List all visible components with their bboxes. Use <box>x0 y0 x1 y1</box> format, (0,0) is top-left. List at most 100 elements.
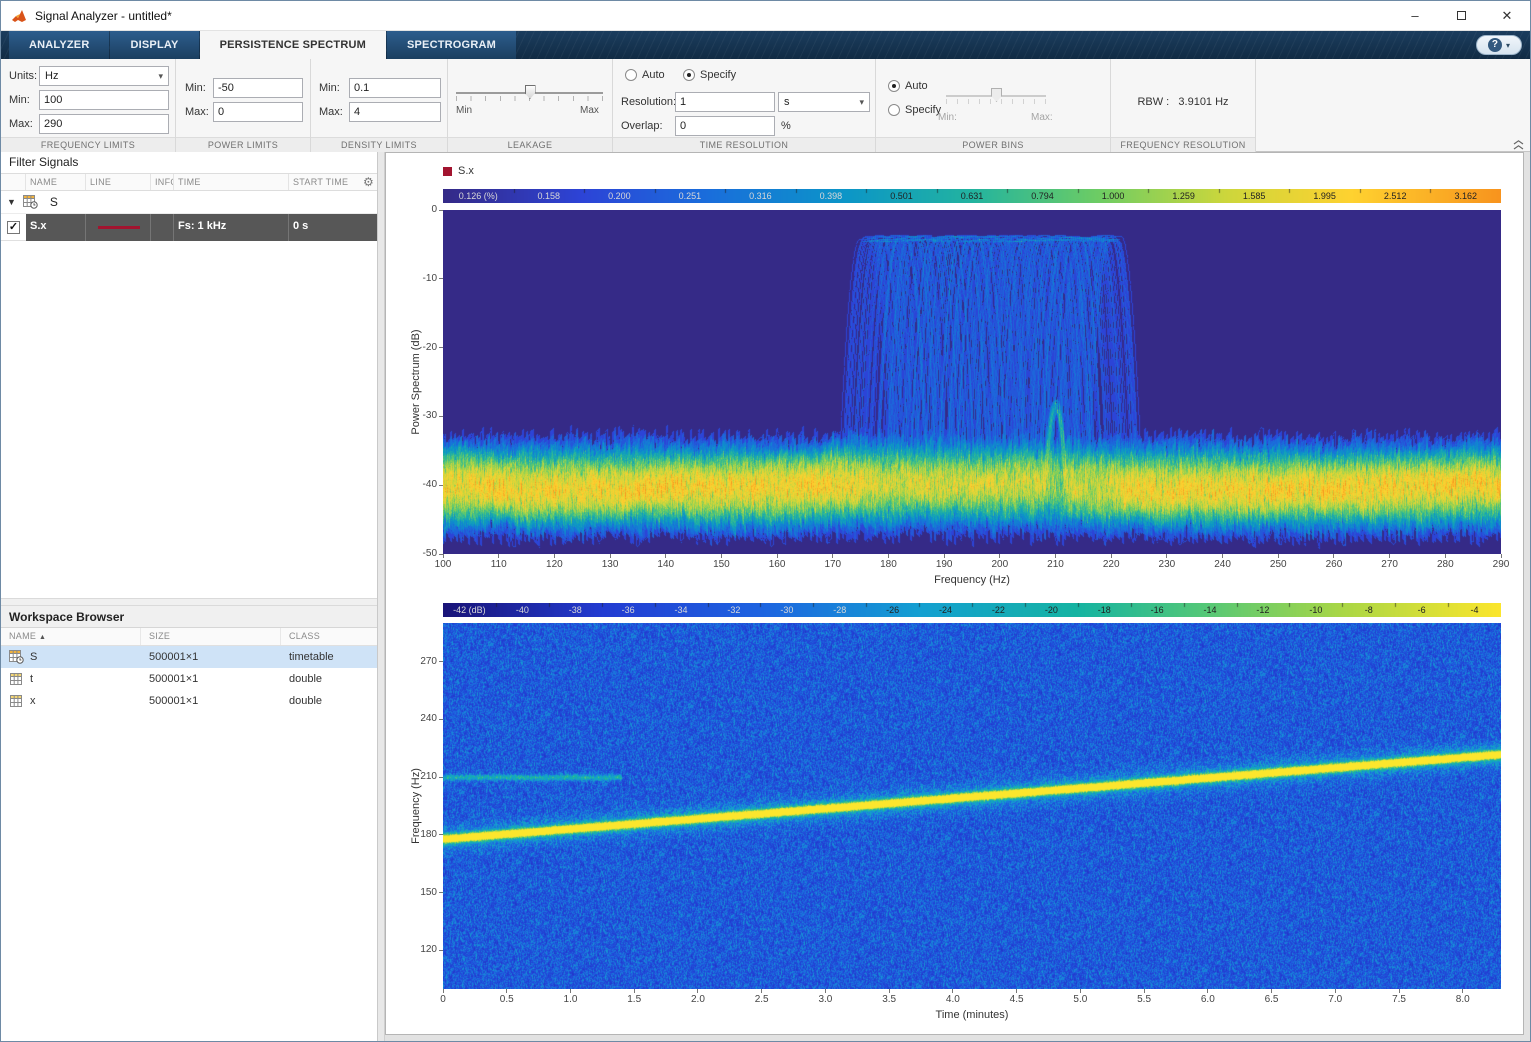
chevron-down-icon: ▾ <box>859 97 864 108</box>
x-tick-label: 250 <box>1254 559 1302 571</box>
resolution-input[interactable] <box>675 92 775 112</box>
density-limits-section: Min: Max: DENSITY LIMITS <box>311 59 448 152</box>
freq-max-label: Max: <box>9 118 33 130</box>
resolution-units-select[interactable]: s ▾ <box>778 92 870 112</box>
overlap-input[interactable] <box>675 116 775 136</box>
frequency-resolution-section: RBW : 3.9101 Hz FREQUENCY RESOLUTION <box>1111 59 1256 152</box>
power-bins-slider[interactable] <box>946 88 1046 106</box>
collapse-triangle-icon[interactable]: ▼ <box>7 197 16 207</box>
units-value: Hz <box>45 70 58 82</box>
leakage-slider[interactable] <box>456 85 603 103</box>
radio-icon <box>625 69 637 81</box>
x-tick-label: 4.5 <box>993 994 1041 1006</box>
workspace-column-size[interactable]: SIZE <box>141 628 281 645</box>
power-bins-specify-radio[interactable]: Specify <box>888 104 941 116</box>
matlab-app-icon <box>11 9 27 23</box>
x-tick-mark <box>1144 989 1145 993</box>
x-tick-label: 5.5 <box>1120 994 1168 1006</box>
auto-label: Auto <box>905 80 928 92</box>
tab-spectrogram[interactable]: SPECTROGRAM <box>387 31 516 59</box>
freq-min-label: Min: <box>9 94 30 106</box>
filter-signals-title: Filter Signals <box>1 152 377 173</box>
workspace-column-class[interactable]: CLASS <box>281 628 377 645</box>
power-min-label: Min: <box>185 82 206 94</box>
column-header-line[interactable]: LINE <box>86 174 151 190</box>
column-header-name[interactable]: NAME <box>26 174 86 190</box>
x-tick-mark <box>1111 554 1112 558</box>
x-tick-label: 6.5 <box>1248 994 1296 1006</box>
power-max-input[interactable] <box>213 102 303 122</box>
tab-display[interactable]: DISPLAY <box>110 31 198 59</box>
radio-icon <box>683 69 695 81</box>
x-tick-mark <box>1445 554 1446 558</box>
tab-analyzer[interactable]: ANALYZER <box>9 31 109 59</box>
workspace-cell-name: t <box>1 672 141 686</box>
x-tick-mark <box>889 989 890 993</box>
x-tick-label: 240 <box>1199 559 1247 571</box>
workspace-cell-name: x <box>1 694 141 708</box>
x-tick-mark <box>1399 989 1400 993</box>
density-max-input[interactable] <box>349 102 441 122</box>
x-tick-mark <box>721 554 722 558</box>
y-tick-label: 0 <box>395 204 437 216</box>
persistence-spectrum-canvas[interactable] <box>443 210 1501 554</box>
signal-group-row[interactable]: ▼ S <box>1 191 377 214</box>
x-tick-mark <box>944 554 945 558</box>
maximize-button[interactable] <box>1438 1 1484 30</box>
workspace-row-S[interactable]: S 500001×1 timetable <box>1 646 377 668</box>
collapse-toolbar-icon[interactable] <box>1512 138 1526 150</box>
x-tick-label: 290 <box>1477 559 1525 571</box>
power-bins-section: Auto Specify Min: Max: POWER BINS <box>876 59 1111 152</box>
specify-label: Specify <box>905 104 941 116</box>
x-tick-label: 130 <box>586 559 634 571</box>
chevron-down-icon: ▾ <box>1506 41 1510 50</box>
signal-row[interactable]: ✓ S.x Fs: 1 kHz 0 s <box>1 214 377 241</box>
time-resolution-specify-radio[interactable]: Specify <box>683 69 736 81</box>
x-tick-mark <box>1055 554 1056 558</box>
x-tick-mark <box>777 554 778 558</box>
freq-max-input[interactable] <box>39 114 169 134</box>
x-tick-label: 210 <box>1032 559 1080 571</box>
column-header-info[interactable]: INFO <box>151 174 174 190</box>
help-button[interactable]: ? ▾ <box>1476 35 1522 55</box>
power-bins-auto-radio[interactable]: Auto <box>888 80 928 92</box>
x-tick-label: 160 <box>753 559 801 571</box>
rbw-readout: RBW : 3.9101 Hz <box>1111 96 1255 108</box>
time-resolution-auto-radio[interactable]: Auto <box>625 69 665 81</box>
window-title: Signal Analyzer - untitled* <box>35 9 172 23</box>
section-title-time-resolution: TIME RESOLUTION <box>613 137 875 152</box>
x-tick-mark <box>1207 989 1208 993</box>
power-min-input[interactable] <box>213 78 303 98</box>
x-tick-label: 230 <box>1143 559 1191 571</box>
x-tick-label: 150 <box>697 559 745 571</box>
workspace-row-x[interactable]: x 500001×1 double <box>1 690 377 712</box>
x-tick-mark <box>1333 554 1334 558</box>
x-tick-label: 140 <box>642 559 690 571</box>
close-button[interactable]: ✕ <box>1484 1 1530 30</box>
density-min-input[interactable] <box>349 78 441 98</box>
y-tick-label: 150 <box>395 887 437 899</box>
gear-icon[interactable]: ⚙ <box>363 175 374 189</box>
workspace-row-t[interactable]: t 500001×1 double <box>1 668 377 690</box>
units-select[interactable]: Hz ▾ <box>39 66 169 86</box>
spectrogram-canvas[interactable] <box>443 623 1501 989</box>
x-axis-label: Time (minutes) <box>443 1009 1501 1021</box>
workspace-column-name[interactable]: NAME ▲ <box>1 628 141 645</box>
signal-checkbox[interactable]: ✓ <box>7 221 20 234</box>
workspace-cell-size: 500001×1 <box>141 673 281 685</box>
workspace-browser-title: Workspace Browser <box>1 606 377 628</box>
freq-min-input[interactable] <box>39 90 169 110</box>
vertical-splitter[interactable] <box>378 152 385 1041</box>
line-color-sample <box>98 226 140 229</box>
auto-label: Auto <box>642 69 665 81</box>
frequency-limits-section: Units: Hz ▾ Min: Max: FRE‌QUENCY LIMITS <box>1 59 176 152</box>
x-tick-mark <box>1501 554 1502 558</box>
x-tick-label: 270 <box>1366 559 1414 571</box>
minimize-button[interactable]: – <box>1392 1 1438 30</box>
ribbon-tab-bar: ANALYZER DISPLAY PERSISTENCE SPECTRUM SP… <box>1 31 1530 59</box>
horizontal-splitter[interactable] <box>1 598 377 606</box>
power-bins-min-label: Min: <box>938 112 957 123</box>
tab-persistence-spectrum[interactable]: PERSISTENCE SPECTRUM <box>200 31 386 59</box>
column-header-time[interactable]: TIME <box>174 174 289 190</box>
x-tick-label: 5.0 <box>1056 994 1104 1006</box>
